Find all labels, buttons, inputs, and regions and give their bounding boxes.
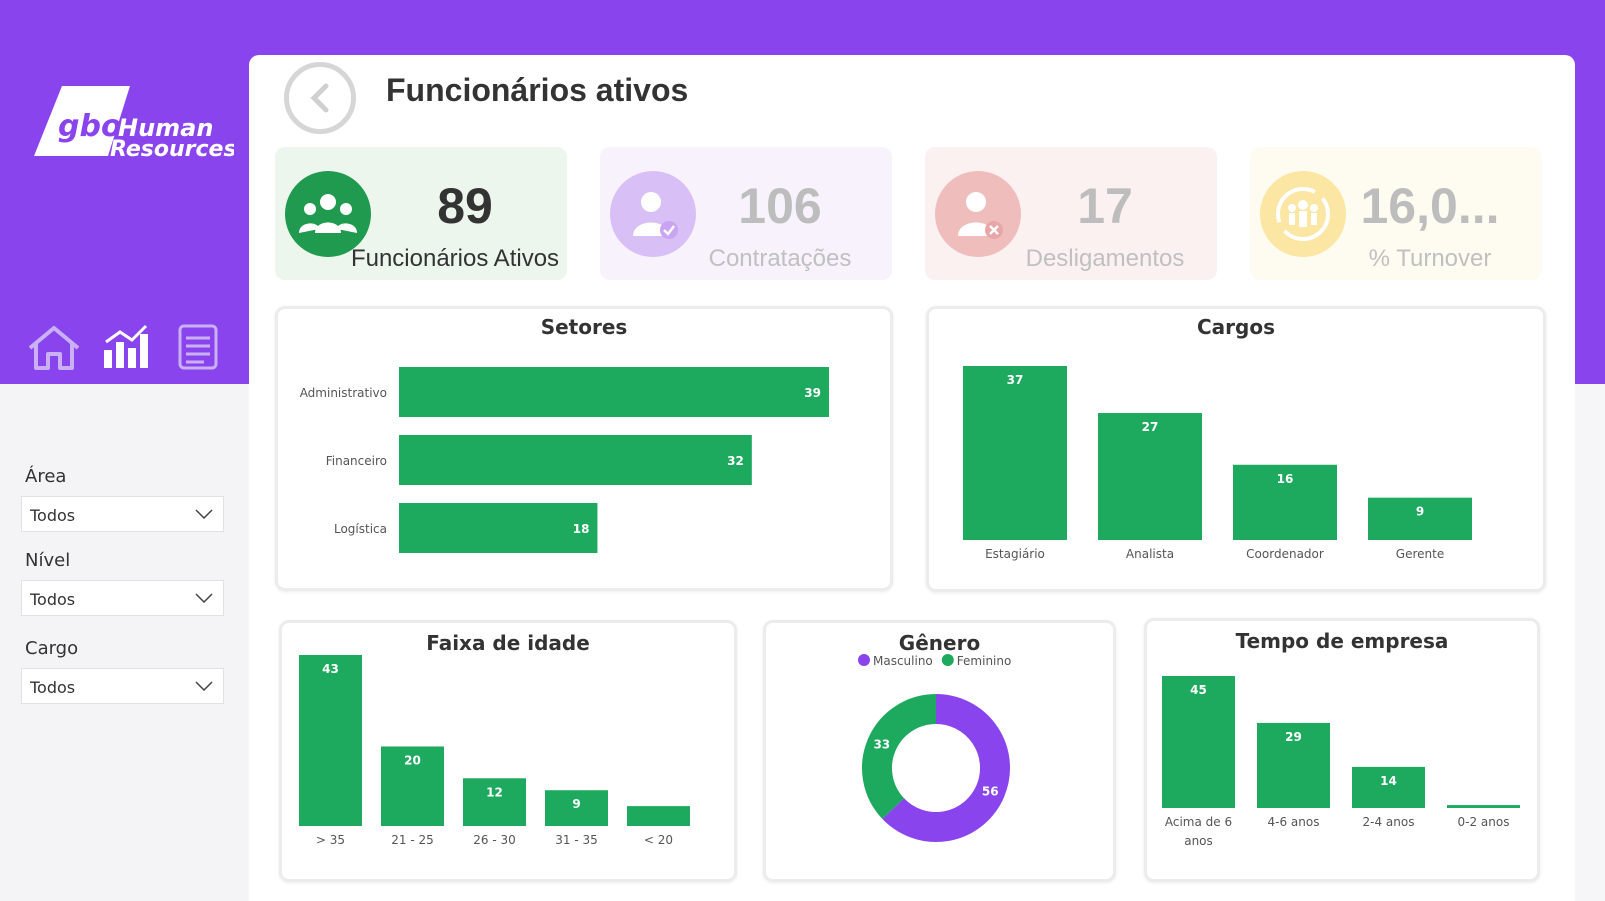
category-label: Estagiário: [985, 547, 1045, 561]
data-label: 39: [804, 386, 821, 400]
svg-text:Resources: Resources: [110, 137, 234, 162]
nav-icons: [26, 322, 226, 372]
company-logo: gbo Human Resources: [34, 86, 234, 162]
bar: [399, 435, 752, 485]
category-label: anos: [1184, 834, 1213, 848]
bar: [963, 366, 1067, 540]
chevron-left-icon: [310, 83, 329, 113]
kpi-card-active[interactable]: 89 Funcionários Ativos: [275, 147, 567, 280]
chart-card-tempo: Tempo de empresa 45 Acima de 6 anos 29 4-6 a…: [1144, 618, 1540, 882]
data-label: 20: [404, 753, 421, 767]
bar: [627, 806, 690, 826]
kpi-label: % Turnover: [1368, 245, 1492, 272]
idade-chart: 43 > 35 20 21 - 25 12 26 - 30 9 31 - 35 < 20: [299, 655, 690, 847]
bar: [1447, 805, 1520, 808]
page-title: Funcionários ativos: [386, 72, 689, 108]
filter-label-cargo: Cargo: [25, 638, 79, 659]
bar: [399, 367, 829, 417]
legend-label: Feminino: [957, 654, 1012, 668]
category-label: 31 - 35: [555, 833, 598, 847]
category-label: Financeiro: [326, 454, 387, 468]
category-label: Analista: [1126, 547, 1174, 561]
bar: [399, 503, 598, 553]
chevron-down-icon: [195, 593, 213, 603]
back-button[interactable]: [284, 62, 356, 134]
analytics-chart-icon[interactable]: [98, 322, 154, 372]
report-list-icon[interactable]: [170, 322, 226, 372]
kpi-card-hires[interactable]: 106 Contratações: [600, 147, 892, 280]
pie-slice: [862, 694, 937, 819]
cargo-select[interactable]: Todos: [21, 668, 224, 704]
area-select-value: Todos: [30, 506, 76, 525]
kpi-label: Contratações: [708, 245, 852, 272]
kpi-label: Funcionários Ativos: [350, 245, 560, 272]
kpi-value: 106: [738, 178, 822, 234]
kpi-label: Desligamentos: [1025, 245, 1185, 272]
home-icon[interactable]: [26, 322, 82, 372]
data-label: 45: [1190, 683, 1207, 697]
filter-label-nivel: Nível: [25, 550, 71, 571]
chart-card-cargos: Cargos 37 Estagiário 27 Analista 16 Coordenad…: [926, 306, 1546, 592]
data-label: 43: [322, 662, 339, 676]
setores-chart: 39 Administrativo 32 Financeiro 18 Logística: [300, 367, 829, 553]
kpi-value: 89: [437, 178, 493, 234]
data-label: 56: [982, 784, 999, 798]
data-label: 14: [1380, 774, 1397, 788]
kpi-card-turnover[interactable]: 16,0... % Turnover: [1250, 147, 1542, 280]
data-label: 29: [1285, 730, 1302, 744]
kpi-value: 16,0...: [1360, 178, 1500, 234]
legend-marker: [941, 654, 954, 666]
filter-label-area: Área: [25, 466, 67, 487]
chart-card-idade: Faixa de idade 43 > 35 20 21 - 25 12 26 - 30 9…: [279, 620, 737, 882]
nivel-select-value: Todos: [30, 590, 76, 609]
category-label: > 35: [316, 833, 345, 847]
data-label: 18: [573, 522, 590, 536]
cargos-chart: 37 Estagiário 27 Analista 16 Coordenador 9 Gere…: [963, 366, 1472, 561]
legend-label: Masculino: [873, 654, 933, 668]
category-label: 0-2 anos: [1458, 815, 1510, 829]
data-label: 37: [1007, 373, 1024, 387]
data-label: 9: [572, 797, 580, 811]
category-label: < 20: [644, 833, 673, 847]
genero-chart: Masculino Feminino 56 33: [858, 654, 1012, 842]
data-label: 9: [1416, 505, 1424, 519]
chevron-down-icon: [195, 681, 213, 691]
area-select[interactable]: Todos: [21, 496, 224, 532]
data-label: 16: [1277, 472, 1294, 486]
category-label: Acima de 6: [1165, 815, 1232, 829]
data-label: 27: [1142, 420, 1159, 434]
chart-card-genero: Gênero Masculino Feminino 56 33: [763, 620, 1116, 882]
data-label: 33: [873, 738, 890, 752]
category-label: Logística: [334, 522, 387, 536]
data-label: 32: [727, 454, 744, 468]
nivel-select[interactable]: Todos: [21, 580, 224, 616]
category-label: Gerente: [1396, 547, 1444, 561]
category-label: Administrativo: [300, 386, 387, 400]
data-label: 12: [486, 785, 503, 799]
tempo-chart: 45 Acima de 6 anos 29 4-6 anos 14 2-4 anos 0-2 …: [1162, 676, 1520, 848]
cargo-select-value: Todos: [30, 678, 76, 697]
category-label: Coordenador: [1246, 547, 1324, 561]
category-label: 2-4 anos: [1363, 815, 1415, 829]
chevron-down-icon: [195, 509, 213, 519]
category-label: 21 - 25: [391, 833, 434, 847]
category-label: 26 - 30: [473, 833, 516, 847]
chart-card-setores: Setores 39 Administrativo 32 Financeiro 18 Lo…: [275, 306, 893, 591]
kpi-card-terminations[interactable]: 17 Desligamentos: [925, 147, 1217, 280]
category-label: 4-6 anos: [1268, 815, 1320, 829]
legend-marker: [858, 654, 870, 666]
bar: [299, 655, 362, 826]
kpi-value: 17: [1077, 178, 1133, 234]
